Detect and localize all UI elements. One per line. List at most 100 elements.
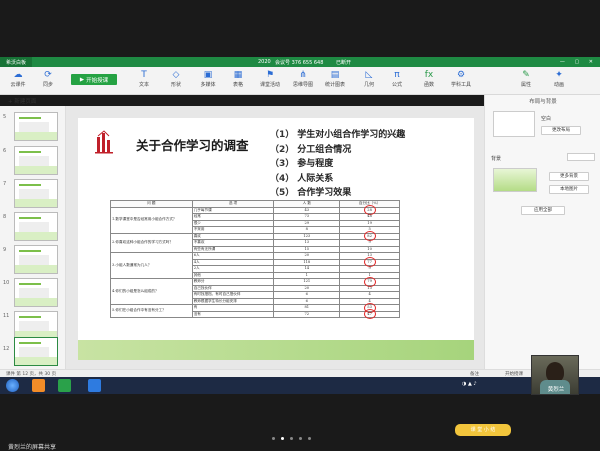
thumb-number: 5 xyxy=(3,114,7,120)
whiteboard-app-icon[interactable] xyxy=(58,379,71,392)
cloud-button[interactable]: ☁ 云课件 xyxy=(4,69,32,88)
survey-table: 问 题 选 项 人 数 百分比（%） 1.数学课堂中是否经常用小组合作方式？ 几乎… xyxy=(110,200,400,320)
page-dots[interactable] xyxy=(272,437,311,440)
red-circle-annotation xyxy=(363,309,376,320)
blank-layout-preview[interactable] xyxy=(493,111,535,137)
text-icon: T xyxy=(141,70,147,80)
question-cell: 2.你喜欢这种小组合作的学习方式吗？ xyxy=(110,232,193,253)
presenter-face xyxy=(546,362,564,382)
activity-icon: ⚑ xyxy=(265,70,275,80)
play-icon: ▶ xyxy=(79,76,85,83)
page-dot xyxy=(299,437,302,440)
thumbnail[interactable] xyxy=(14,112,58,141)
thumbnail-active[interactable] xyxy=(14,337,58,366)
thumb-number: 10 xyxy=(3,280,10,286)
app-icon[interactable] xyxy=(32,379,45,392)
chart-icon: ▤ xyxy=(330,70,340,80)
background-color-select[interactable] xyxy=(567,153,595,161)
page-dot xyxy=(290,437,293,440)
goal-item: （1） 学生对小组合作学习的兴趣 xyxy=(270,130,406,140)
table-icon: ▦ xyxy=(233,70,243,80)
pi-icon: π xyxy=(394,70,400,80)
background-label: 背景 xyxy=(491,156,502,162)
goal-item: （5） 合作学习效果 xyxy=(270,188,352,198)
goal-item: （2） 分工组合情况 xyxy=(270,144,352,155)
blank-label: 空白 xyxy=(541,116,552,122)
title-bar: 希沃白板 2020 会议号 376 655 648 已断开 — ▢ ✕ xyxy=(0,57,600,67)
question-cell: 4.你们的小组是怎么组成的？ xyxy=(110,278,193,305)
layout-background-panel: 布局与背景 空白 更改布局 背景 更多背景 本地图片 应用全部 xyxy=(484,95,600,369)
question-cell: 5.你们在小组合作中有没有分工？ xyxy=(110,304,193,318)
geometry-icon: ◺ xyxy=(365,70,373,80)
meeting-app-icon[interactable] xyxy=(88,379,101,392)
geometry-tool[interactable]: ◺ 几何 xyxy=(355,69,383,88)
table-tool[interactable]: ▦ 表格 xyxy=(224,69,252,88)
thumbnail[interactable] xyxy=(14,278,58,307)
thumbnail[interactable] xyxy=(14,311,58,340)
goal-list: （1） 学生对小组合作学习的兴趣 （2） 分工组合情况 （3） 参与程度 （4） 人际关… xyxy=(270,127,405,200)
bar-chart-logo-icon xyxy=(95,130,113,154)
thumbnail[interactable] xyxy=(14,245,58,274)
function-icon: fx xyxy=(424,70,434,80)
formula-tool[interactable]: π 公式 xyxy=(383,69,411,88)
animation-tab[interactable]: ✦ 动画 xyxy=(545,69,573,88)
doc-title: 2020 xyxy=(258,59,271,65)
shape-tool[interactable]: ◇ 形状 xyxy=(162,69,190,88)
media-tool[interactable]: ▣ 多媒体 xyxy=(194,69,222,88)
subject-tools-icon: ⚙ xyxy=(456,70,466,80)
percent-cell: 47 xyxy=(339,309,400,320)
meeting-id: 会议号 376 655 648 xyxy=(275,59,324,66)
summary-banner: 课 堂 小 结 xyxy=(455,424,511,436)
mindmap-tool[interactable]: ⋔ 思维导图 xyxy=(289,69,317,88)
grass-decoration xyxy=(78,340,474,360)
window-controls[interactable]: — ▢ ✕ xyxy=(560,59,597,65)
goal-item: （4） 人际关系 xyxy=(270,173,334,184)
thumb-number: 9 xyxy=(3,247,7,253)
thumbnail[interactable] xyxy=(14,212,58,241)
properties-tab[interactable]: ✎ 属性 xyxy=(512,69,540,88)
page-dot xyxy=(308,437,311,440)
animation-icon: ✦ xyxy=(555,70,563,80)
local-image-button[interactable]: 本地图片 xyxy=(549,185,589,194)
thumb-number: 7 xyxy=(3,181,7,187)
subject-tool[interactable]: ⚙ 学科工具 xyxy=(447,69,475,88)
thumbnail[interactable] xyxy=(14,146,58,175)
panel-title: 布局与背景 xyxy=(529,99,557,105)
screen-share-caption: 黄烈兰的屏幕共享 xyxy=(8,444,57,451)
thumb-number: 8 xyxy=(3,214,7,220)
shape-icon: ◇ xyxy=(172,70,180,80)
question-cell: 1.数学课堂中是否经常用小组合作方式？ xyxy=(110,206,193,234)
page-dot-active xyxy=(281,437,284,440)
text-tool[interactable]: T 文本 xyxy=(130,69,158,88)
goal-item: （3） 参与程度 xyxy=(270,159,334,169)
status-bar: 课件 第 12 页，共 30 页 备注 开始授课 xyxy=(0,369,600,377)
app-name[interactable]: 希沃白板 xyxy=(0,57,33,67)
option-cell: 没有 xyxy=(191,310,275,318)
apply-all-button[interactable]: 应用全部 xyxy=(521,206,565,215)
change-layout-button[interactable]: 更改布局 xyxy=(541,126,581,135)
sync-button[interactable]: ⟳ 同步 xyxy=(34,69,62,88)
main-toolbar: ☁ 云课件 ⟳ 同步 ▶ 开始授课 T 文本 ◇ 形状 ▣ 多媒体 ▦ 表格 ⚑ 课堂活动… xyxy=(0,67,600,95)
cloud-icon: ☁ xyxy=(13,70,23,80)
chart-tool[interactable]: ▤ 统计图表 xyxy=(321,69,349,88)
question-cell: 3.小组人数通常为几人？ xyxy=(110,252,193,279)
activity-tool[interactable]: ⚑ 课堂活动 xyxy=(256,69,284,88)
page-thumbnails: 5 6 7 8 9 10 11 12 xyxy=(0,106,66,369)
mindmap-icon: ⋔ xyxy=(299,70,307,80)
slide[interactable]: 关于合作学习的调查 （1） 学生对小组合作学习的兴趣 （2） 分工组合情况 （3）参… xyxy=(78,118,474,360)
new-page-button[interactable]: + 新建页面 xyxy=(8,97,36,105)
start-teaching-button[interactable]: ▶ 开始授课 xyxy=(71,74,117,85)
sync-icon: ⟳ xyxy=(44,70,52,80)
tray-icons[interactable]: ◑ ▲ ♪ xyxy=(462,381,477,387)
thumb-number: 12 xyxy=(3,346,10,352)
media-icon: ▣ xyxy=(203,70,213,80)
thumbnail[interactable] xyxy=(14,179,58,208)
presenter-video[interactable]: 黄烈兰 xyxy=(531,355,579,395)
os-taskbar: ◑ ▲ ♪ xyxy=(0,377,600,394)
thumb-number: 6 xyxy=(3,148,7,154)
more-background-button[interactable]: 更多背景 xyxy=(549,172,589,181)
start-icon[interactable] xyxy=(6,379,19,392)
thumb-number: 11 xyxy=(3,313,10,319)
background-preview[interactable] xyxy=(493,168,537,192)
function-tool[interactable]: fx 函数 xyxy=(415,69,443,88)
